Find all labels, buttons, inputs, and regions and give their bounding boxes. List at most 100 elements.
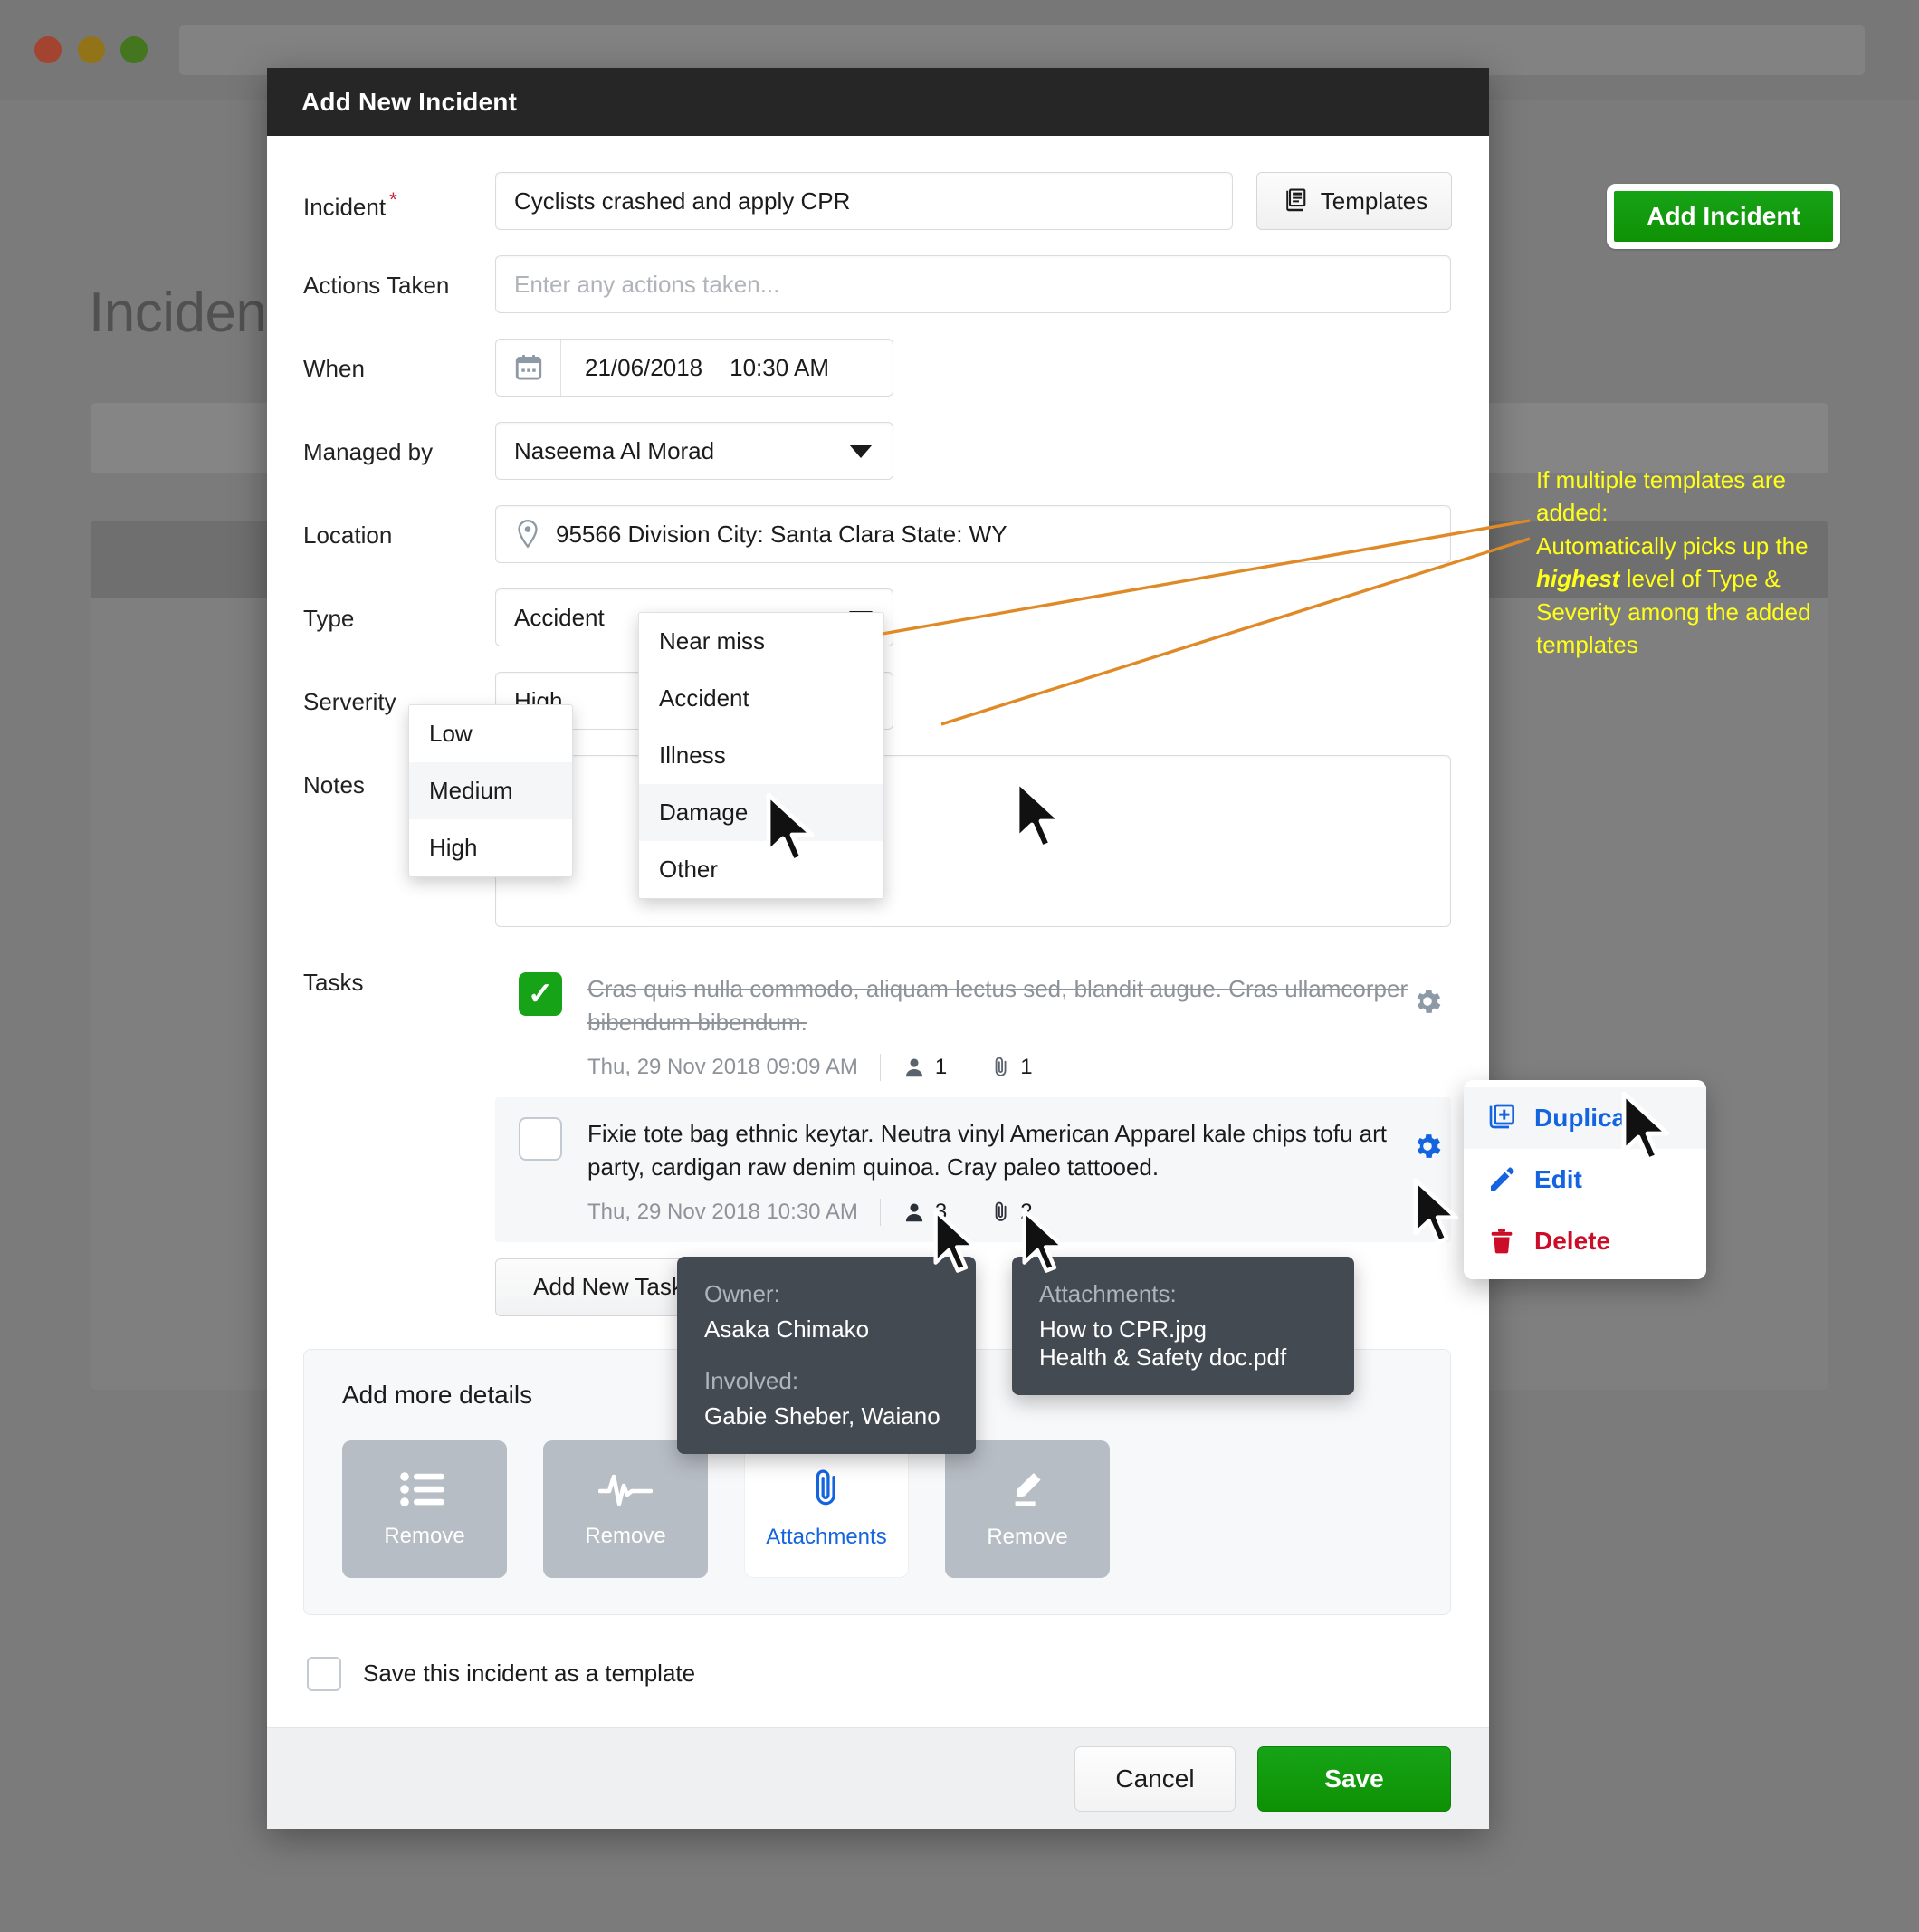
actions-taken-label: Actions Taken xyxy=(303,272,450,299)
context-menu-label: Duplicate xyxy=(1534,1104,1649,1132)
window-maximize-button[interactable] xyxy=(120,36,148,63)
severity-option-medium[interactable]: Medium xyxy=(409,762,572,819)
task-attachment-value: 1 xyxy=(1020,1054,1033,1079)
type-option-other[interactable]: Other xyxy=(639,841,883,898)
task-text: Fixie tote bag ethnic keytar. Neutra vin… xyxy=(587,1119,1388,1181)
annotation-line-6: templates xyxy=(1536,630,1638,658)
duplicate-icon xyxy=(1487,1104,1516,1133)
context-menu-label: Delete xyxy=(1534,1227,1611,1255)
paperclip-icon xyxy=(991,1056,1011,1079)
detail-tile-attachments[interactable]: Attachments xyxy=(744,1439,909,1578)
context-menu-label: Edit xyxy=(1534,1165,1582,1193)
when-datetime-field[interactable]: 21/06/2018 10:30 AM xyxy=(495,339,893,397)
annotation-text: If multiple templates are added: Automat… xyxy=(1536,464,1898,661)
incident-input[interactable]: Cyclists crashed and apply CPR xyxy=(495,172,1233,230)
detail-tile-signature[interactable]: Remove xyxy=(945,1439,1110,1578)
attachment-file: Health & Safety doc.pdf xyxy=(1039,1344,1287,1371)
templates-button-label: Templates xyxy=(1320,187,1428,215)
task-attachment-count[interactable]: 1 xyxy=(991,1054,1033,1080)
vitals-icon xyxy=(598,1469,653,1509)
divider xyxy=(879,1198,881,1226)
task-people-count[interactable]: 3 xyxy=(902,1200,947,1225)
task-meta: Thu, 29 Nov 2018 10:30 AM 3 2 xyxy=(587,1198,1429,1226)
task-text: Cras quis nulla commodo, aliquam lectus … xyxy=(587,975,1408,1036)
detail-tiles: Remove Remove Attachments Remove xyxy=(342,1439,1412,1578)
context-menu-item-duplicate[interactable]: Duplicate xyxy=(1464,1087,1706,1149)
modal-title-bar: Add New Incident xyxy=(267,68,1489,136)
detail-tile-list[interactable]: Remove xyxy=(342,1439,507,1578)
save-button[interactable]: Save xyxy=(1257,1745,1451,1812)
detail-tile-label: Attachments xyxy=(766,1524,887,1549)
save-as-template-checkbox[interactable] xyxy=(307,1656,341,1691)
form-row-when: When 21/06/2018 10:30 AM xyxy=(303,339,1451,397)
divider xyxy=(879,1053,881,1081)
type-dropdown-menu[interactable]: Near miss Accident Illness Damage Other xyxy=(638,612,884,899)
task-settings-gear-icon[interactable] xyxy=(1411,985,1444,1018)
required-asterisk: * xyxy=(389,188,397,211)
form-row-location: Location 95566 Division City: Santa Clar… xyxy=(303,505,1451,563)
save-as-template-row: Save this incident as a template xyxy=(307,1656,1451,1691)
tasks-label: Tasks xyxy=(303,969,364,996)
attachments-label: Attachments: xyxy=(1039,1280,1177,1307)
severity-option-low[interactable]: Low xyxy=(409,705,572,762)
task-checkbox-checked[interactable]: ✓ xyxy=(519,972,562,1016)
type-option-accident[interactable]: Accident xyxy=(639,670,883,727)
annotation-line-4-rest: level of Type & xyxy=(1619,565,1781,593)
task-row: ✓ Cras quis nulla commodo, aliquam lectu… xyxy=(495,952,1451,1097)
detail-tile-label: Remove xyxy=(987,1524,1068,1549)
calendar-icon[interactable] xyxy=(496,340,561,396)
cancel-button[interactable]: Cancel xyxy=(1074,1745,1236,1812)
annotation-line-4: highest level of Type & xyxy=(1536,562,1898,595)
type-label: Type xyxy=(303,605,355,632)
location-value: 95566 Division City: Santa Clara State: … xyxy=(556,520,1007,548)
form-row-managed-by: Managed by Naseema Al Morad xyxy=(303,422,1451,480)
incident-label: Incident * xyxy=(303,188,397,221)
when-label: When xyxy=(303,355,365,382)
task-people-count[interactable]: 1 xyxy=(902,1055,947,1080)
type-option-illness[interactable]: Illness xyxy=(639,727,883,784)
page-title: Incident xyxy=(89,282,282,344)
form-row-actions-taken: Actions Taken Enter any actions taken... xyxy=(303,255,1451,313)
task-row: Fixie tote bag ethnic keytar. Neutra vin… xyxy=(495,1096,1451,1242)
person-icon xyxy=(902,1056,926,1079)
managed-by-select[interactable]: Naseema Al Morad xyxy=(495,422,893,480)
severity-dropdown-menu[interactable]: Low Medium High xyxy=(408,704,573,877)
when-date-value[interactable]: 21/06/2018 xyxy=(585,354,702,382)
save-as-template-label: Save this incident as a template xyxy=(363,1659,696,1688)
templates-button[interactable]: Templates xyxy=(1256,172,1452,230)
add-incident-button[interactable]: Add Incident xyxy=(1607,184,1840,249)
task-checkbox-unchecked[interactable] xyxy=(519,1116,562,1161)
location-input[interactable]: 95566 Division City: Santa Clara State: … xyxy=(495,505,1451,563)
severity-option-high[interactable]: High xyxy=(409,819,572,876)
managed-by-value: Naseema Al Morad xyxy=(514,436,715,464)
type-value: Accident xyxy=(514,603,605,631)
managed-by-label: Managed by xyxy=(303,438,434,465)
task-context-menu[interactable]: Duplicate Edit Delete xyxy=(1464,1080,1706,1279)
detail-tile-vitals[interactable]: Remove xyxy=(543,1439,708,1578)
detail-tile-label: Remove xyxy=(585,1523,666,1548)
involved-value: Gabie Sheber, Waiano xyxy=(704,1402,940,1430)
modal-title: Add New Incident xyxy=(301,87,518,116)
paperclip-icon xyxy=(991,1200,1011,1224)
modal-body: Incident * Cyclists crashed and apply CPR xyxy=(267,136,1489,1691)
task-attachment-count[interactable]: 2 xyxy=(991,1200,1033,1225)
owner-label: Owner: xyxy=(704,1280,780,1307)
window-close-button[interactable] xyxy=(34,36,62,63)
trash-icon xyxy=(1487,1227,1516,1256)
annotation-line-5: Severity among the added xyxy=(1536,598,1811,626)
context-menu-item-edit[interactable]: Edit xyxy=(1464,1149,1706,1210)
type-option-near-miss[interactable]: Near miss xyxy=(639,613,883,670)
list-icon xyxy=(399,1469,450,1509)
type-option-damage[interactable]: Damage xyxy=(639,784,883,841)
modal-footer: Cancel Save xyxy=(267,1727,1489,1829)
task-meta: Thu, 29 Nov 2018 09:09 AM 1 1 xyxy=(587,1053,1429,1081)
task-settings-gear-icon[interactable] xyxy=(1411,1130,1444,1162)
actions-taken-input[interactable]: Enter any actions taken... xyxy=(495,255,1451,313)
task-date: Thu, 29 Nov 2018 10:30 AM xyxy=(587,1199,858,1224)
context-menu-item-delete[interactable]: Delete xyxy=(1464,1210,1706,1272)
when-time-value[interactable]: 10:30 AM xyxy=(730,354,829,382)
attachment-file: How to CPR.jpg xyxy=(1039,1315,1207,1343)
chevron-down-icon xyxy=(849,444,873,458)
owner-value: Asaka Chimako xyxy=(704,1315,870,1343)
window-minimize-button[interactable] xyxy=(78,36,105,63)
